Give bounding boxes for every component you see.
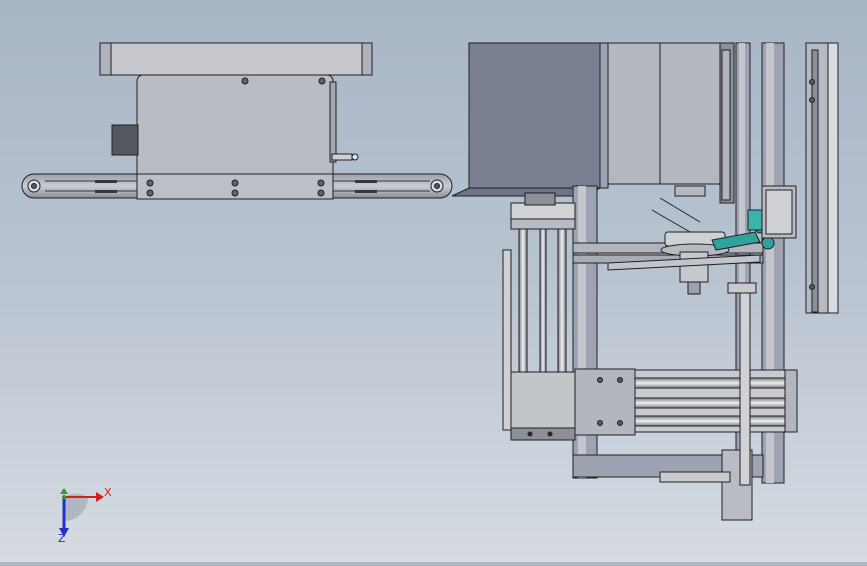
conveyor-top-cover (99, 42, 373, 76)
screw (318, 77, 326, 85)
assembly-drawing: X Z (21, 42, 839, 545)
y-axis (60, 488, 68, 494)
guide-rod (557, 228, 567, 376)
machine-assembly (451, 42, 839, 521)
spindle-head (607, 42, 721, 185)
screw (241, 77, 249, 85)
x-axis-label: X (104, 486, 112, 499)
z-axis-label: Z (58, 532, 66, 545)
coordinate-triad: X Z (58, 486, 112, 545)
conveyor-unit (21, 42, 453, 200)
slide-block (510, 371, 576, 433)
guide-rod (518, 228, 528, 376)
cad-viewport[interactable]: X Z (0, 0, 867, 562)
motor-housing (468, 42, 601, 189)
guide-rod (539, 228, 547, 376)
